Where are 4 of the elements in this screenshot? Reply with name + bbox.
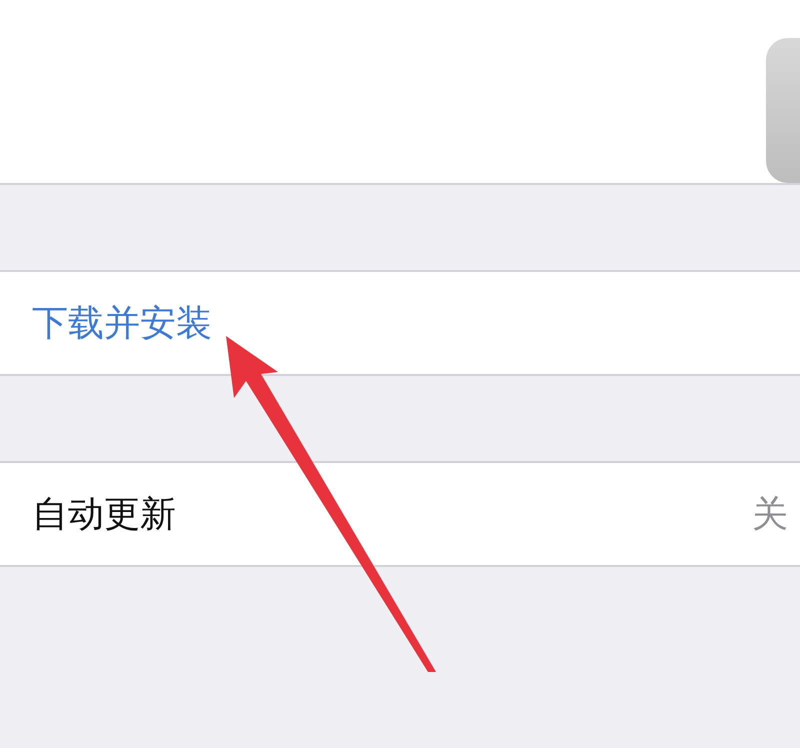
download-install-link[interactable]: 下载并安装 <box>32 298 212 348</box>
setting-value: 关 <box>752 492 788 536</box>
app-icon <box>766 38 800 183</box>
setting-label: 自动更新 <box>32 492 176 536</box>
